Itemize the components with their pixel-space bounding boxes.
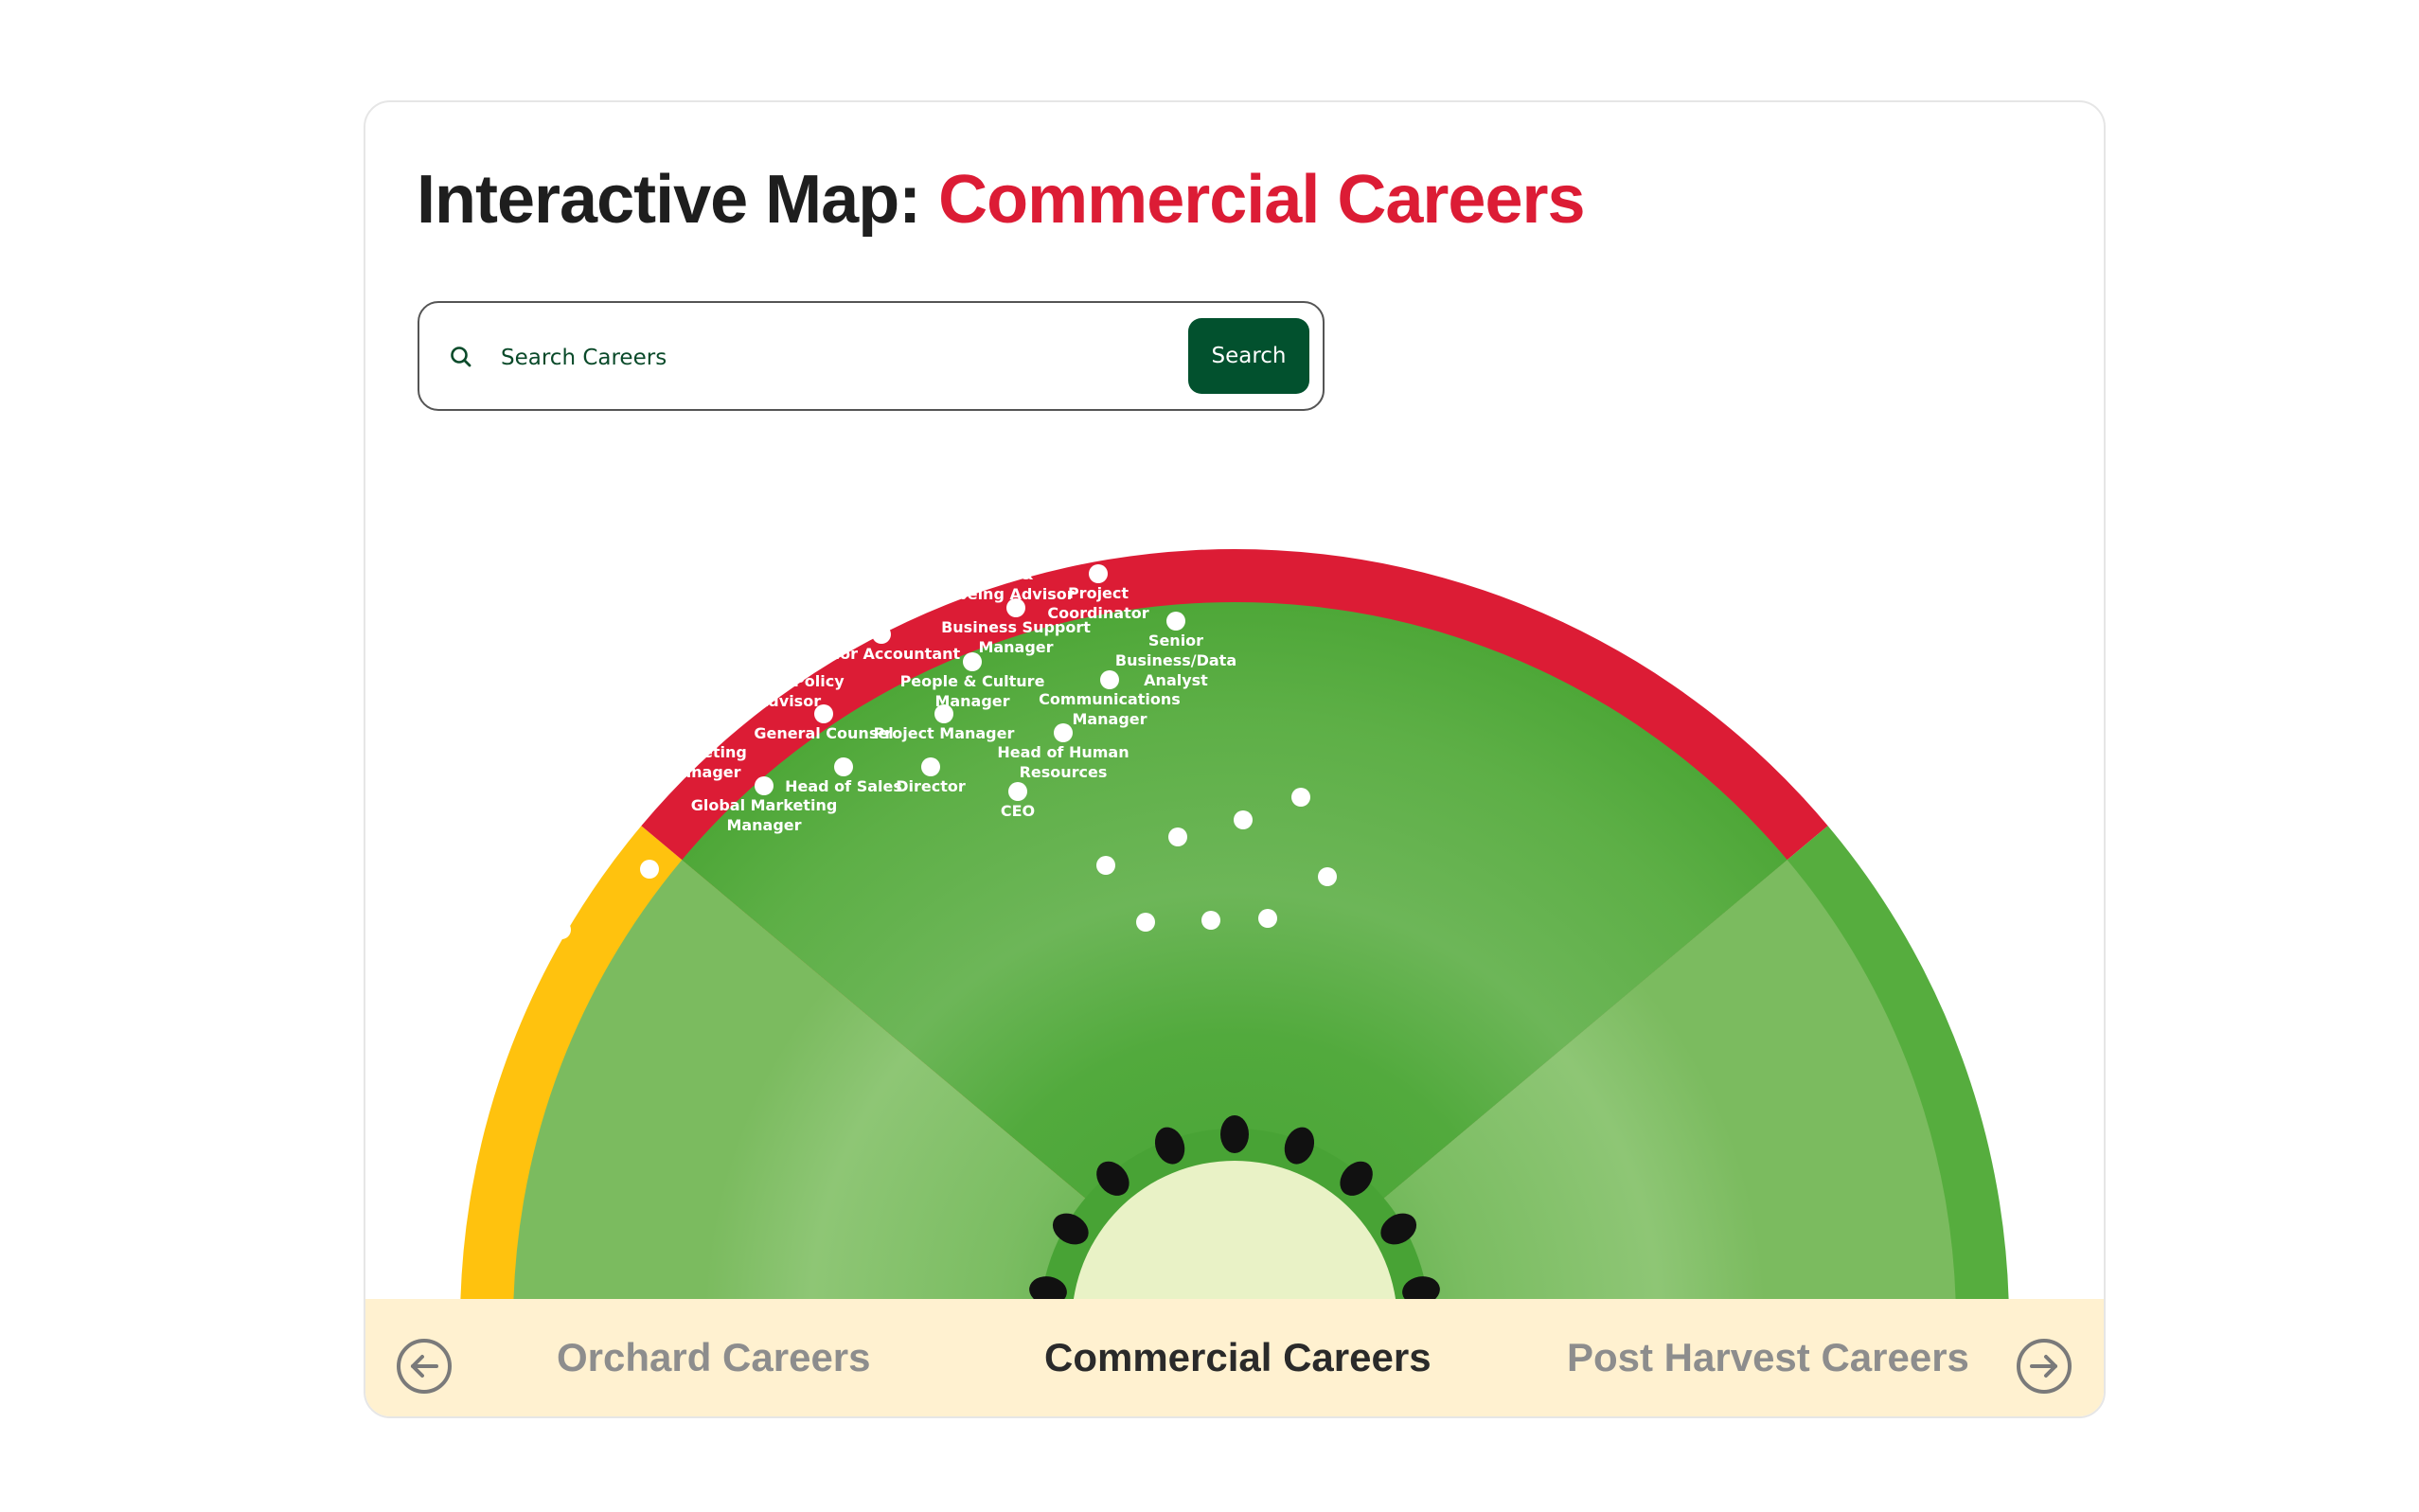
career-node-icon bbox=[963, 652, 982, 671]
career-node-icon bbox=[641, 670, 660, 689]
career-node-icon bbox=[808, 494, 827, 513]
other-career-node-icon[interactable] bbox=[493, 922, 512, 941]
seed-decoration bbox=[1220, 1115, 1249, 1153]
career-node-icon bbox=[779, 652, 798, 671]
other-career-node-icon[interactable] bbox=[1096, 856, 1115, 875]
other-career-node-icon[interactable] bbox=[1291, 788, 1310, 807]
other-career-node-icon[interactable] bbox=[1136, 913, 1155, 932]
career-label: Senior Accountant bbox=[803, 645, 961, 663]
career-label: Project Manager bbox=[874, 724, 1015, 742]
career-node[interactable]: Assistant Accountant bbox=[848, 484, 946, 542]
tab-commercial-careers[interactable]: Commercial Careers bbox=[1044, 1335, 1432, 1380]
career-node-icon bbox=[959, 494, 978, 513]
career-label: Legal Advisor bbox=[528, 643, 645, 661]
career-map-card: Interactive Map: Commercial Careers Sear… bbox=[364, 100, 2106, 1418]
other-career-node-icon[interactable] bbox=[1168, 827, 1187, 846]
career-node-icon bbox=[1166, 612, 1185, 631]
career-label: General Counsel bbox=[754, 724, 893, 742]
other-career-node-icon[interactable] bbox=[436, 922, 454, 941]
other-career-node-icon[interactable] bbox=[509, 805, 528, 824]
other-career-node-icon[interactable] bbox=[552, 920, 571, 939]
career-label: People & Culture Advisor bbox=[578, 690, 723, 728]
arrow-left-circle-icon[interactable] bbox=[395, 1337, 454, 1396]
career-node-icon bbox=[1006, 598, 1025, 617]
career-node-icon bbox=[887, 484, 906, 503]
career-node-icon bbox=[921, 757, 940, 776]
career-node[interactable]: Legal Advisor bbox=[528, 623, 645, 661]
career-node-icon bbox=[887, 556, 906, 575]
career-node-icon bbox=[1100, 670, 1119, 689]
other-career-node-icon[interactable] bbox=[574, 808, 593, 827]
career-node-icon bbox=[1008, 782, 1027, 801]
career-node[interactable]: Marketing Manager bbox=[660, 723, 747, 781]
career-node-icon bbox=[720, 607, 739, 626]
career-node-icon bbox=[834, 757, 853, 776]
career-label: Head of Sales bbox=[785, 777, 902, 795]
career-label: Digital Content Specialist bbox=[747, 589, 877, 627]
arrow-right-circle-icon[interactable] bbox=[2015, 1337, 2073, 1396]
career-node-icon bbox=[755, 776, 774, 795]
career-node-icon bbox=[1054, 723, 1073, 742]
career-node-icon bbox=[872, 625, 891, 644]
other-career-node-icon[interactable] bbox=[458, 807, 477, 826]
career-node-icon bbox=[814, 704, 833, 723]
career-node-icon bbox=[1047, 519, 1066, 538]
career-node-icon bbox=[987, 545, 1006, 564]
career-category-nav: Orchard Careers Commercial Careers Post … bbox=[365, 1299, 2104, 1416]
other-career-node-icon[interactable] bbox=[1318, 867, 1337, 886]
tab-orchard-careers[interactable]: Orchard Careers bbox=[557, 1335, 871, 1380]
tab-post-harvest-careers[interactable]: Post Harvest Careers bbox=[1567, 1335, 1969, 1380]
career-node-icon bbox=[802, 569, 821, 588]
career-node-icon bbox=[1089, 564, 1108, 583]
career-label: Sustainability Manager bbox=[671, 627, 790, 665]
other-career-node-icon[interactable] bbox=[1201, 911, 1220, 930]
other-career-node-icon[interactable] bbox=[1234, 810, 1253, 829]
career-label: Director bbox=[896, 777, 966, 795]
career-map: Assistant AccountantCommunications Coordin… bbox=[436, 484, 2009, 1299]
other-career-node-icon[interactable] bbox=[640, 860, 659, 879]
career-node-icon bbox=[934, 704, 953, 723]
career-node-icon bbox=[694, 723, 713, 742]
career-node-icon bbox=[727, 521, 746, 540]
other-career-node-icon[interactable] bbox=[1258, 909, 1277, 928]
career-node-icon bbox=[577, 623, 596, 642]
career-node[interactable]: People & Culture Advisor bbox=[578, 670, 723, 728]
career-label: Business Support Assistant bbox=[662, 541, 811, 578]
career-label: Marketing Coordinator bbox=[613, 584, 714, 622]
career-label: CEO bbox=[1001, 802, 1035, 820]
career-node-icon bbox=[654, 564, 673, 583]
